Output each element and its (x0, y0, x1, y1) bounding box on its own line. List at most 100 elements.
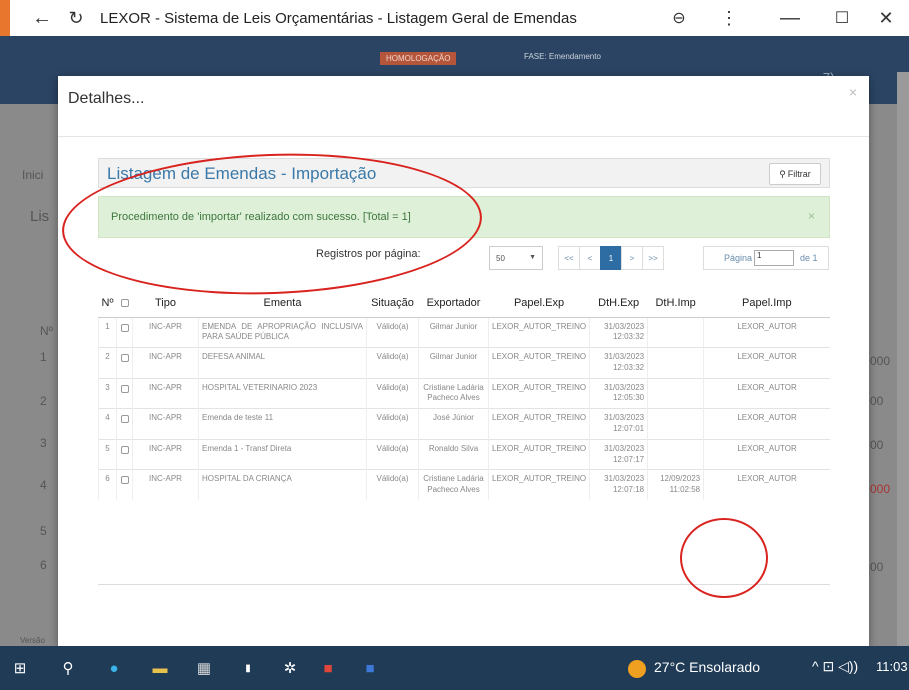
table-row[interactable]: 4 INC-APR Emenda de teste 11 Válido(a) José … (98, 408, 830, 440)
table-row[interactable]: 2 INC-APR DEFESA ANIMAL Válido(a) Gilmar Jun… (98, 347, 830, 379)
modal-close-button[interactable]: × (849, 84, 857, 100)
file-explorer-icon[interactable]: ▬ (150, 658, 170, 678)
checkbox[interactable] (120, 384, 129, 393)
col-header[interactable]: Papel.Exp (488, 290, 590, 318)
chevron-down-icon: ▼ (529, 254, 536, 261)
table-row[interactable]: 5 INC-APR Emenda 1 - Transf Direta Válido(a… (98, 438, 830, 470)
row-checkbox[interactable] (116, 469, 133, 501)
emendas-table: Nº Tipo Ementa Situação Exportador Papel… (98, 290, 830, 501)
close-button[interactable]: ✕ (866, 0, 906, 36)
bg-value: 00 (870, 560, 884, 574)
cell-situacao: Válido(a) (366, 316, 419, 348)
page-label: Página (724, 253, 753, 263)
search-icon[interactable]: ⚲ (58, 658, 78, 678)
row-checkbox[interactable] (116, 408, 133, 440)
prev-page-button[interactable]: < (579, 246, 601, 270)
cell-papel-imp: LEXOR_AUTOR (703, 316, 830, 348)
row-checkbox[interactable] (116, 377, 133, 409)
gear-icon[interactable]: ✲ (280, 658, 300, 678)
cell-ementa: Emenda de teste 11 (198, 408, 367, 440)
alert-message: Procedimento de 'importar' realizado com… (111, 211, 411, 223)
col-header[interactable]: Papel.Imp (703, 290, 830, 318)
col-n: Nº (40, 324, 54, 338)
sun-icon (628, 660, 646, 678)
col-header[interactable]: DtH.Imp (647, 290, 704, 318)
cell-papel-exp: LEXOR_AUTOR_TREINO (487, 347, 590, 379)
table-row[interactable]: 1 INC-APR EMENDA DE APROPRIAÇÃO INCLUSIVA … (98, 316, 830, 348)
bg-value: 000 (870, 482, 891, 496)
col-header[interactable]: Exportador (418, 290, 489, 318)
cell-tipo: INC-APR (132, 469, 199, 501)
taskbar: ⊞ ⚲ ● ▬ ▦ ▮ ✲ ■ ■ 27°C Ensolarado ^ ⊡ ◁)… (0, 646, 909, 690)
checkbox[interactable] (120, 323, 129, 332)
bg-value: 00 (870, 394, 884, 408)
cell-ementa: EMENDA DE APROPRIAÇÃO INCLUSIVA PARA SAÚ… (198, 316, 367, 348)
system-tray[interactable]: ^ ⊡ ◁)) (812, 658, 858, 675)
row-checkbox[interactable] (116, 438, 133, 470)
next-page-button[interactable]: > (621, 246, 643, 270)
powerpoint-icon[interactable]: ■ (318, 658, 338, 678)
current-page-button[interactable]: 1 (600, 246, 622, 270)
row-number: 4 (98, 408, 117, 440)
scrollbar[interactable] (897, 72, 909, 682)
row-checkbox[interactable] (116, 347, 133, 379)
col-header[interactable]: Nº (98, 290, 117, 318)
cell-ementa: Emenda 1 - Transf Direta (198, 438, 367, 470)
cell-dth-exp: 31/03/2023 12:05:30 (589, 377, 648, 409)
env-badge: HOMOLOGAÇÃO (380, 52, 457, 65)
app-icon[interactable]: ▮ (238, 658, 258, 678)
weather-text[interactable]: 27°C Ensolarado (654, 659, 760, 675)
per-page-select[interactable]: 50 ▼ (489, 246, 543, 270)
phase-label: FASE: Emendamento (524, 52, 601, 61)
minimize-button[interactable]: — (770, 0, 810, 36)
row-checkbox[interactable] (116, 316, 133, 348)
back-arrow-icon[interactable]: ← (28, 0, 56, 36)
reload-icon[interactable]: ↻ (62, 0, 90, 36)
edge-browser-icon[interactable]: ● (104, 658, 124, 678)
zoom-icon[interactable]: ⊖ (664, 0, 694, 36)
panel-header: Listagem de Emendas - Importação ⚲ Filtr… (98, 158, 830, 188)
filter-label: Filtrar (787, 169, 811, 179)
col-header[interactable]: Situação (366, 290, 419, 318)
last-page-button[interactable]: >> (642, 246, 664, 270)
checkbox[interactable] (120, 415, 129, 424)
row-number: 2 (98, 347, 117, 379)
cell-situacao: Válido(a) (366, 347, 419, 379)
cell-papel-imp: LEXOR_AUTOR (703, 347, 830, 379)
alert-close-button[interactable]: × (808, 209, 815, 223)
cell-tipo: INC-APR (132, 316, 199, 348)
col-header[interactable]: DtH.Exp (589, 290, 648, 318)
success-alert: Procedimento de 'importar' realizado com… (98, 196, 830, 238)
cell-dth-exp: 31/03/2023 12:03:32 (589, 347, 648, 379)
col-header[interactable]: Ementa (198, 290, 367, 318)
checkbox[interactable] (120, 354, 129, 363)
cell-exportador: Cristiane Ladária Pacheco Alves (418, 469, 489, 501)
page-jump: Página 1 de 1 (703, 246, 829, 270)
col-header[interactable]: Tipo (132, 290, 199, 318)
filter-button[interactable]: ⚲ Filtrar (769, 163, 821, 185)
cell-ementa: HOSPITAL VETERINARIO 2023 (198, 377, 367, 409)
maximize-button[interactable]: ☐ (822, 0, 862, 36)
window-edge (0, 0, 10, 36)
windows-start-icon[interactable]: ⊞ (10, 658, 30, 678)
menu-icon[interactable]: ⋮ (714, 0, 744, 36)
checkbox[interactable] (120, 476, 129, 485)
table-row[interactable]: 3 INC-APR HOSPITAL VETERINARIO 2023 Válido(… (98, 377, 830, 409)
row-number: 1 (98, 316, 117, 348)
cell-ementa: DEFESA ANIMAL (198, 347, 367, 379)
first-page-button[interactable]: << (558, 246, 580, 270)
word-icon[interactable]: ■ (360, 658, 380, 678)
cell-exportador: Ronaldo Silva (418, 438, 489, 470)
page-input[interactable]: 1 (754, 250, 795, 266)
window-title: LEXOR - Sistema de Leis Orçamentárias - … (100, 10, 577, 27)
page-of-label: de 1 (800, 253, 818, 263)
cell-situacao: Válido(a) (366, 469, 419, 501)
bg-row: 3 (40, 436, 47, 450)
cell-tipo: INC-APR (132, 377, 199, 409)
table-row[interactable]: 6 INC-APR HOSPITAL DA CRIANÇA Válido(a) Cris… (98, 469, 830, 501)
clock[interactable]: 11:03 (876, 659, 908, 674)
checkbox[interactable] (120, 445, 129, 454)
calendar-icon[interactable]: ▦ (194, 658, 214, 678)
select-all-checkbox[interactable] (116, 290, 133, 318)
cell-exportador: Gilmar Junior (418, 347, 489, 379)
